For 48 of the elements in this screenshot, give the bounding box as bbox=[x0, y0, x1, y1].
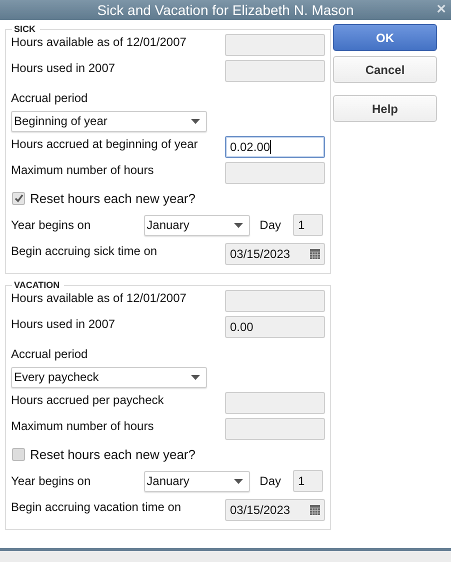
caret-icon bbox=[234, 222, 243, 228]
field-label: Hours accrued per paycheck bbox=[11, 393, 164, 407]
input-field[interactable] bbox=[225, 60, 325, 82]
input-field[interactable]: 1 bbox=[293, 470, 323, 492]
field-label: Day bbox=[260, 218, 281, 232]
input-field[interactable] bbox=[225, 418, 325, 440]
input-field[interactable] bbox=[225, 392, 325, 414]
input-field[interactable]: 1 bbox=[293, 214, 323, 236]
input-field[interactable] bbox=[225, 162, 325, 184]
field-label: Hours available as of 12/01/2007 bbox=[11, 35, 186, 49]
field-label: Year begins on bbox=[11, 218, 91, 232]
help-button[interactable]: Help bbox=[333, 95, 437, 122]
group-title: SICK bbox=[13, 24, 37, 34]
field-label: Hours accrued at beginning of year bbox=[11, 137, 198, 151]
caret-icon bbox=[234, 478, 243, 484]
group-title: VACATION bbox=[13, 280, 61, 290]
input-field[interactable]: 0.02.00 bbox=[225, 136, 325, 158]
field-label: Accrual period bbox=[11, 91, 88, 105]
input-field[interactable] bbox=[225, 34, 325, 56]
input-field[interactable]: 0.00 bbox=[225, 316, 325, 338]
field-label: Accrual period bbox=[11, 347, 88, 361]
field-label: Hours used in 2007 bbox=[11, 317, 116, 331]
dropdown[interactable]: January bbox=[144, 470, 250, 492]
cancel-button[interactable]: Cancel bbox=[333, 56, 437, 83]
field-label: Begin accruing sick time on bbox=[11, 244, 158, 258]
checkbox-label: Reset hours each new year? bbox=[30, 190, 196, 206]
checkbox-label: Reset hours each new year? bbox=[30, 446, 196, 462]
ok-button[interactable]: OK bbox=[333, 24, 437, 51]
caret-icon bbox=[191, 118, 200, 124]
calendar-icon[interactable] bbox=[310, 505, 320, 515]
caret-icon bbox=[191, 374, 200, 380]
date-field[interactable]: 03/15/2023 bbox=[225, 243, 325, 265]
window-title: Sick and Vacation for Elizabeth N. Mason bbox=[97, 2, 354, 18]
field-label: Begin accruing vacation time on bbox=[11, 500, 182, 514]
field-label: Year begins on bbox=[11, 474, 91, 488]
checkbox[interactable] bbox=[12, 192, 25, 204]
field-label: Hours used in 2007 bbox=[11, 61, 116, 75]
date-field[interactable]: 03/15/2023 bbox=[225, 499, 325, 521]
dropdown[interactable]: January bbox=[144, 214, 250, 236]
field-label: Hours available as of 12/01/2007 bbox=[11, 291, 186, 305]
field-label: Day bbox=[260, 474, 281, 488]
input-field[interactable] bbox=[225, 290, 325, 312]
field-label: Maximum number of hours bbox=[11, 163, 154, 177]
field-label: Maximum number of hours bbox=[11, 419, 154, 433]
dropdown[interactable]: Every paycheck bbox=[11, 366, 207, 388]
dropdown[interactable]: Beginning of year bbox=[11, 110, 207, 132]
checkbox[interactable] bbox=[12, 448, 25, 460]
calendar-icon[interactable] bbox=[310, 249, 320, 259]
